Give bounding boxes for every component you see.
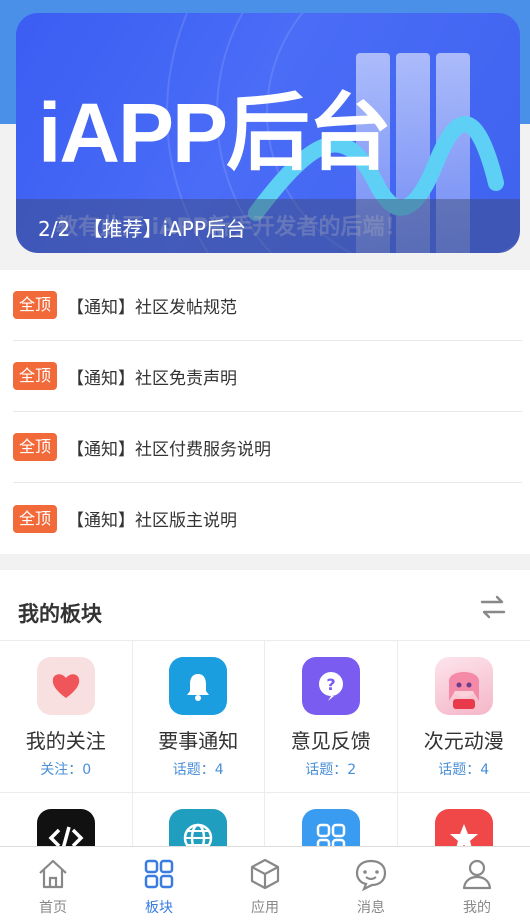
tab-home[interactable]: 首页 [0, 847, 106, 920]
notice-title: 【通知】社区免责声明 [67, 368, 238, 389]
banner-caption-text: 【推荐】iAPP后台 [82, 217, 246, 241]
bottom-tab-bar: 首页 板块 应用 消息 我的 [0, 846, 530, 920]
notice-title: 【通知】社区发帖规范 [67, 297, 238, 318]
tab-label: 应用 [251, 900, 279, 916]
board-item-notice[interactable]: 要事通知 话题：4 [132, 641, 265, 793]
tab-profile[interactable]: 我的 [424, 847, 530, 920]
pinned-badge: 全顶 [13, 433, 58, 461]
pinned-badge: 全顶 [13, 362, 58, 390]
bell-icon [169, 657, 228, 715]
chat-icon [355, 859, 387, 891]
banner-caption-bar: 2/2 【推荐】iAPP后台 [16, 199, 520, 253]
notice-item[interactable]: 全顶 【通知】社区付费服务说明 [13, 412, 522, 483]
box-icon [250, 858, 280, 890]
board-item-anime[interactable]: 次元动漫 话题：4 [397, 641, 530, 793]
anime-avatar-icon [434, 657, 493, 715]
board-meta: 话题：4 [438, 762, 490, 778]
user-icon [462, 859, 492, 890]
notice-list: 全顶 【通知】社区发帖规范 全顶 【通知】社区免责声明 全顶 【通知】社区付费服… [0, 270, 530, 554]
notice-title: 【通知】社区版主说明 [67, 511, 238, 531]
home-icon [39, 859, 67, 889]
section-title: 我的板块 [18, 602, 102, 626]
tab-boards[interactable]: 板块 [106, 847, 212, 920]
heart-icon [36, 657, 95, 715]
board-item-feedback[interactable]: ? 意见反馈 话题：2 [265, 641, 398, 793]
notice-item[interactable]: 全顶 【通知】社区免责声明 [13, 341, 522, 412]
board-item-follow[interactable]: 我的关注 关注：0 [0, 641, 133, 793]
banner-title: iAPP后台 [38, 86, 392, 180]
pinned-badge: 全顶 [13, 291, 58, 319]
board-icon [144, 859, 174, 889]
board-name: 要事通知 [158, 729, 239, 753]
swap-icon[interactable] [478, 592, 508, 622]
pinned-badge: 全顶 [13, 504, 58, 533]
board-name: 意见反馈 [290, 729, 371, 753]
board-name: 我的关注 [25, 729, 106, 753]
board-meta: 关注：0 [40, 762, 92, 778]
tab-messages[interactable]: 消息 [318, 847, 424, 920]
tab-apps[interactable]: 应用 [212, 847, 318, 920]
tab-label: 我的 [463, 900, 491, 916]
banner-carousel[interactable]: iAPP后台 教有此开 iAPP新手开发者的后端！ 2/2 【推荐】iAPP后台 [16, 13, 520, 253]
tab-label: 消息 [357, 900, 385, 916]
notice-item[interactable]: 全顶 【通知】社区版主说明 [13, 483, 522, 554]
question-icon: ? [301, 657, 360, 715]
banner-counter: 2/2 [38, 217, 71, 241]
notice-item[interactable]: 全顶 【通知】社区发帖规范 [13, 270, 522, 341]
board-meta: 话题：4 [172, 762, 224, 778]
tab-label: 板块 [145, 900, 173, 916]
tab-label: 首页 [39, 900, 67, 916]
board-name: 次元动漫 [423, 729, 504, 753]
board-meta: 话题：2 [305, 762, 357, 778]
svg-text:?: ? [326, 675, 335, 694]
notice-title: 【通知】社区付费服务说明 [67, 439, 272, 460]
